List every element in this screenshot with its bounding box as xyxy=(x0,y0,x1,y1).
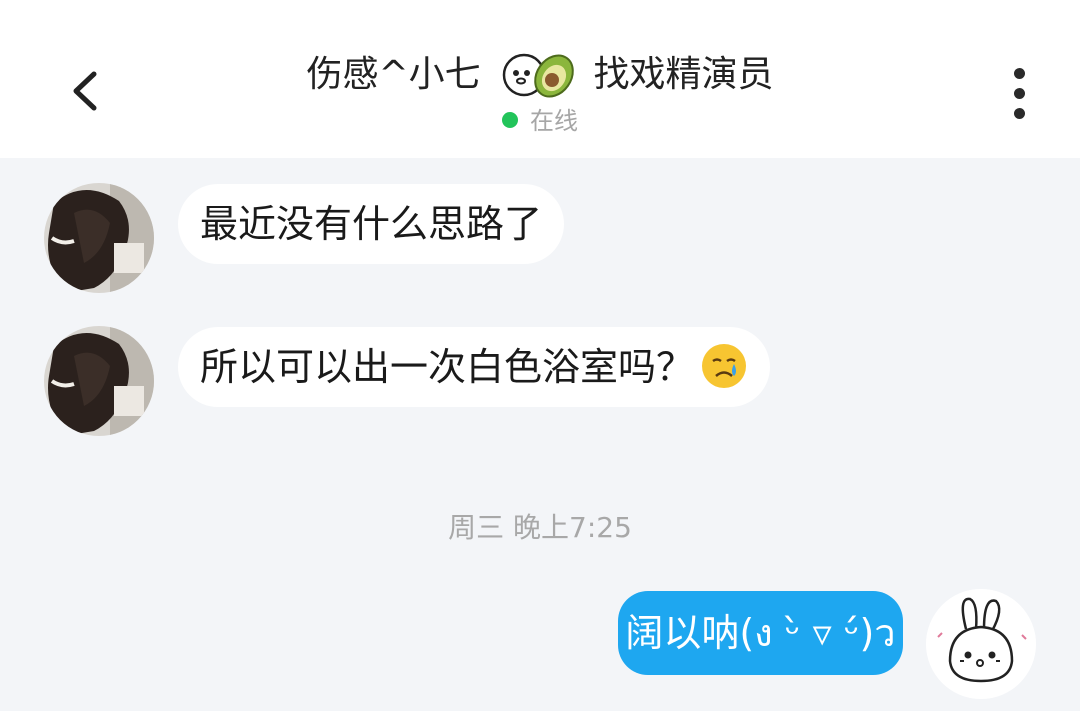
title-right: 找戏精演员 xyxy=(593,54,774,95)
my-avatar[interactable] xyxy=(926,589,1036,699)
more-vertical-icon xyxy=(1014,108,1025,119)
contact-avatar-image xyxy=(44,183,154,293)
message-bubble-outgoing[interactable]: 阔以呐(ง ᵕ̀ ▿ ᵕ́)ว xyxy=(618,591,903,675)
avocado-sticker-icon xyxy=(502,53,574,98)
chat-title: 伤感^小七 找戏精演员 xyxy=(0,44,1080,105)
contact-avatar-image xyxy=(44,326,154,436)
bunny-avatar-icon xyxy=(926,589,1036,699)
crying-face-icon xyxy=(702,343,747,388)
more-vertical-icon xyxy=(1014,88,1025,99)
message-bubble-incoming[interactable]: 所以可以出一次白色浴室吗？ xyxy=(178,327,771,407)
message-text: 阔以呐(ง ᵕ̀ ▿ ᵕ́)ว xyxy=(625,611,896,655)
more-vertical-icon xyxy=(1014,68,1025,79)
more-options-button[interactable] xyxy=(1000,64,1040,124)
message-text: 最近没有什么思路了 xyxy=(200,202,543,246)
chat-header: 伤感^小七 找戏精演员 在线 xyxy=(0,0,1080,158)
message-bubble-incoming[interactable]: 最近没有什么思路了 xyxy=(178,184,565,264)
online-status: 在线 xyxy=(0,104,1080,138)
message-timestamp: 周三 晚上7:25 xyxy=(448,511,632,544)
contact-avatar[interactable] xyxy=(44,183,154,293)
message-text: 所以可以出一次白色浴室吗？ xyxy=(200,345,695,389)
online-dot-icon xyxy=(502,112,518,128)
title-left: 伤感^小七 xyxy=(306,54,481,95)
online-status-text: 在线 xyxy=(530,107,578,135)
contact-avatar[interactable] xyxy=(44,326,154,436)
